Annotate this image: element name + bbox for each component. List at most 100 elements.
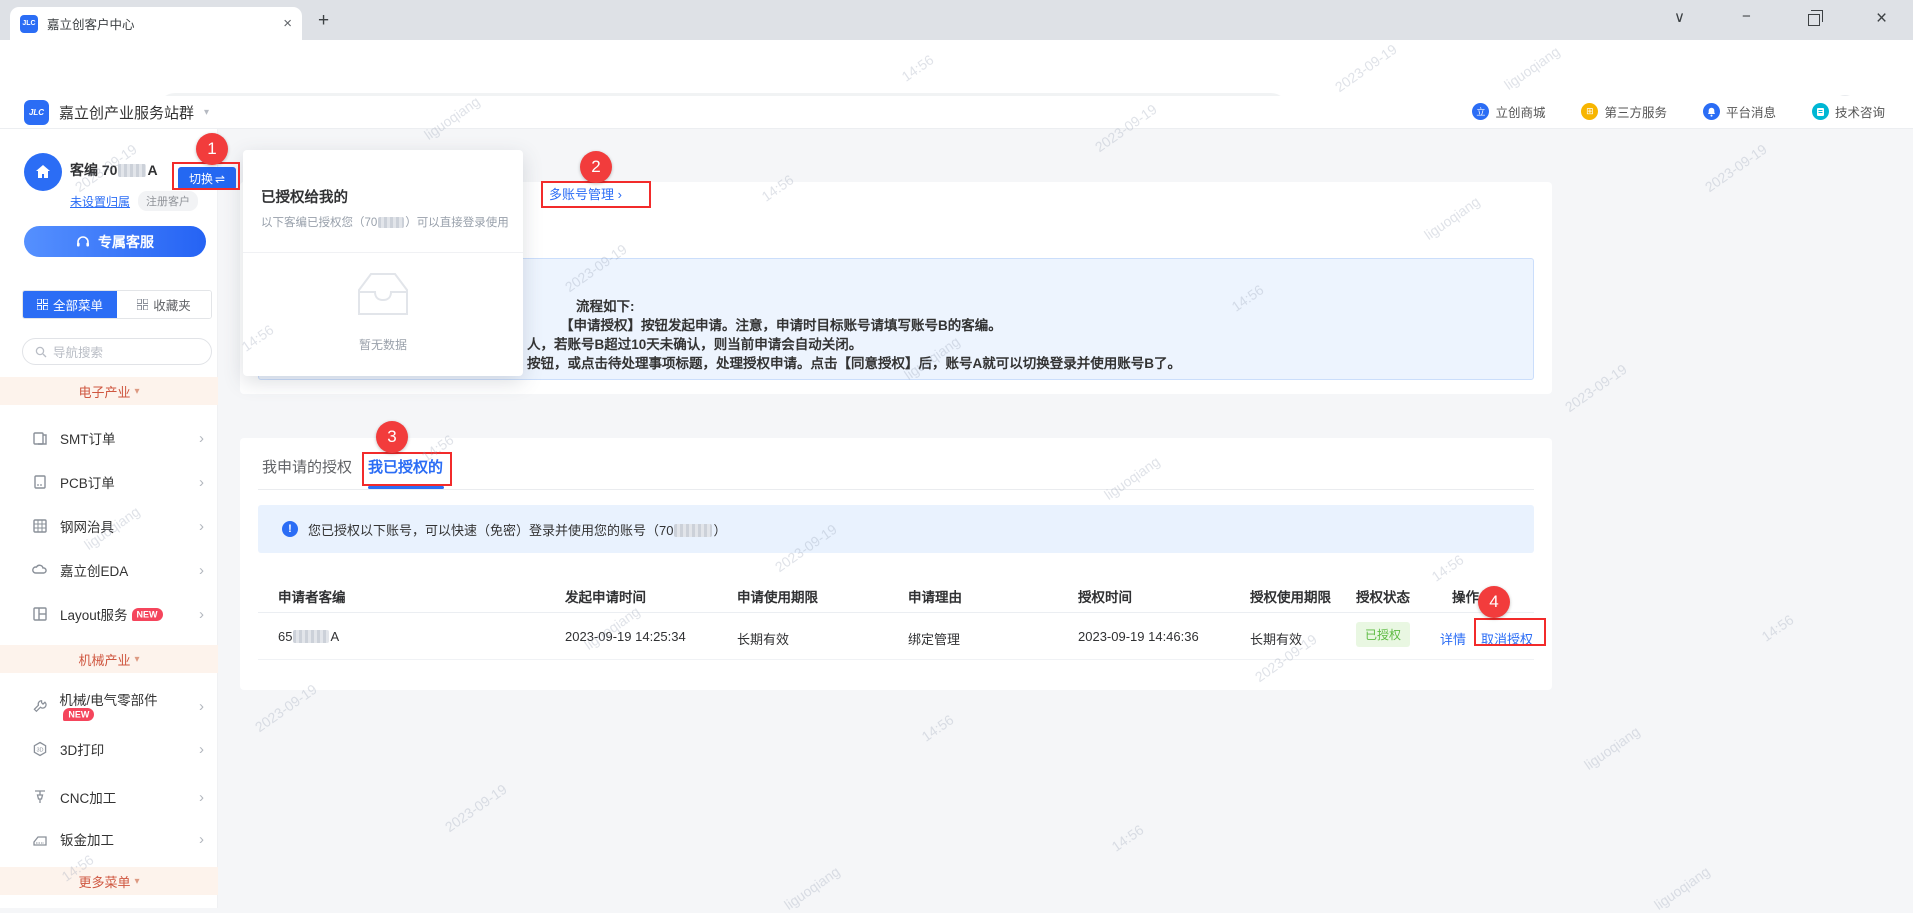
popup-divider: [243, 252, 523, 253]
grid-icon: [37, 299, 48, 310]
annotation-rect-tab: [362, 452, 452, 486]
applicant-blur: [293, 630, 329, 643]
annotation-step-1: 1: [196, 133, 228, 165]
smt-order-icon: [32, 430, 48, 446]
support-doc-icon: [1812, 103, 1829, 120]
browser-tab-strip: JLC 嘉立创客户中心 × + ∨ − ×: [0, 0, 1913, 40]
header-link-support[interactable]: 技术咨询: [1812, 102, 1885, 121]
brand-logo-icon: JLC: [24, 100, 49, 125]
cell-auth-time: 2023-09-19 14:46:36: [1078, 629, 1199, 644]
watermark-text: 2023-09-19: [442, 781, 510, 835]
svg-text:3D: 3D: [36, 748, 43, 754]
mall-icon: 立: [1472, 103, 1489, 120]
chevron-right-icon: ›: [199, 606, 204, 623]
sidebar-item-sheet-metal[interactable]: 钣金加工 ›: [0, 817, 218, 861]
new-badge: NEW: [63, 708, 94, 721]
menu-toggle: 全部菜单 收藏夹: [22, 290, 212, 319]
browser-tab[interactable]: JLC 嘉立创客户中心 ×: [10, 7, 302, 40]
window-restore-icon[interactable]: [1808, 14, 1820, 26]
chevron-right-icon: ›: [199, 474, 204, 491]
section-mechanical[interactable]: 机械产业▾: [0, 645, 218, 673]
brand[interactable]: JLC 嘉立创产业服务站群 ▾: [24, 100, 209, 125]
brand-name: 嘉立创产业服务站群: [59, 102, 194, 123]
sidebar-item-3d-print[interactable]: 3D 3D打印 ›: [0, 727, 218, 771]
table-row-divider: [258, 659, 1534, 660]
pcb-order-icon: [32, 474, 48, 490]
popup-subtitle: 以下客编已授权您（70）可以直接登录使用: [261, 214, 509, 230]
brand-caret-icon: ▾: [204, 107, 209, 118]
info-banner-text: 您已授权以下账号，可以快速（免密）登录并使用您的账号（70）: [308, 520, 726, 539]
user-avatar: [24, 153, 62, 191]
set-ownership-link[interactable]: 未设置归属: [70, 193, 130, 210]
grid-icon: [137, 299, 148, 310]
cell-applicant: 65A: [278, 629, 339, 644]
sidebar-item-mechanical-parts[interactable]: 机械/电气零部件NEW ›: [0, 684, 218, 728]
sidebar-item-layout[interactable]: Layout服务NEW ›: [0, 592, 218, 636]
watermark-text: 2023-09-19: [1702, 141, 1770, 195]
chevron-right-icon: ›: [199, 518, 204, 535]
sidebar-item-smt-orders[interactable]: SMT订单 ›: [0, 416, 218, 460]
sidebar-item-stencil[interactable]: 钢网治具 ›: [0, 504, 218, 548]
col-header-auth-period: 授权使用期限: [1250, 586, 1331, 606]
account-number: 客编 70A: [70, 160, 158, 180]
cell-apply-time: 2023-09-19 14:25:34: [565, 629, 686, 644]
annotation-step-2: 2: [580, 151, 612, 183]
caret-down-icon: ▾: [134, 654, 139, 665]
section-electronics[interactable]: 电子产业▾: [0, 377, 218, 405]
toggle-all-menu[interactable]: 全部菜单: [23, 291, 117, 318]
info-icon: !: [282, 521, 298, 537]
chevron-right-icon: ›: [199, 831, 204, 848]
annotation-rect-cancel: [1474, 618, 1546, 646]
watermark-text: 14:56: [1759, 611, 1797, 644]
sidebar-item-pcb-orders[interactable]: PCB订单 ›: [0, 460, 218, 504]
nav-search-input[interactable]: 导航搜索: [22, 338, 212, 365]
nav-search-placeholder: 导航搜索: [53, 342, 103, 361]
window-chevron-icon[interactable]: ∨: [1674, 8, 1685, 26]
section-more-menu[interactable]: 更多菜单▾: [0, 867, 218, 895]
sidebar-item-eda[interactable]: 嘉立创EDA ›: [0, 548, 218, 592]
wrench-icon: [32, 698, 47, 714]
watermark-text: liguoqiang: [1651, 863, 1712, 913]
detail-link[interactable]: 详情: [1440, 629, 1466, 648]
eda-cloud-icon: [32, 562, 48, 578]
layout-icon: [32, 606, 48, 622]
watermark-text: 2023-09-19: [1562, 361, 1630, 415]
annotation-step-4: 4: [1478, 586, 1510, 618]
window-minimize-icon[interactable]: −: [1742, 8, 1751, 25]
search-icon: [35, 346, 47, 358]
cell-auth-period: 长期有效: [1250, 629, 1302, 648]
watermark-text: 14:56: [1109, 821, 1147, 854]
dedicated-service-button[interactable]: 专属客服: [24, 226, 206, 257]
header-link-thirdparty[interactable]: ⊞ 第三方服务: [1581, 102, 1667, 121]
header-link-messages[interactable]: 平台消息: [1703, 102, 1776, 121]
chevron-right-icon: ›: [199, 789, 204, 806]
header-link-mall[interactable]: 立 立创商城: [1472, 102, 1545, 121]
watermark-text: 14:56: [919, 711, 957, 744]
col-header-status: 授权状态: [1356, 586, 1410, 606]
account-sub-row: 未设置归属 注册客户: [70, 191, 198, 211]
tab-my-requests[interactable]: 我申请的授权: [262, 456, 352, 477]
toggle-favorites[interactable]: 收藏夹: [117, 291, 211, 318]
window-close-icon[interactable]: ×: [1876, 8, 1887, 30]
sidebar: 客编 70A 切换⇌ 未设置归属 注册客户 专属客服 全部菜单 收藏夹 导航搜索…: [0, 129, 218, 908]
headset-icon: [76, 235, 90, 249]
account-type-badge: 注册客户: [138, 191, 198, 211]
home-icon: [34, 163, 52, 181]
stencil-grid-icon: [32, 518, 48, 534]
popup-title: 已授权给我的: [261, 186, 348, 207]
sidebar-item-cnc[interactable]: CNC加工 ›: [0, 775, 218, 819]
col-header-reason: 申请理由: [908, 586, 962, 606]
col-header-actions: 操作: [1452, 586, 1479, 606]
empty-inbox-icon: [349, 268, 417, 329]
thirdparty-icon: ⊞: [1581, 103, 1598, 120]
active-tab-underline: [368, 486, 444, 489]
empty-data-text: 暂无数据: [243, 336, 523, 353]
annotation-rect-manage: [541, 181, 651, 208]
chevron-right-icon: ›: [199, 430, 204, 447]
tabs-divider: [258, 489, 1534, 490]
tab-close-icon[interactable]: ×: [283, 15, 292, 32]
new-tab-button[interactable]: +: [318, 10, 329, 32]
status-badge: 已授权: [1356, 622, 1410, 647]
process-line-4: 按钮，或点击待处理事项标题，处理授权申请。点击【同意授权】后，账号A就可以切换登…: [527, 352, 1181, 372]
new-badge: NEW: [132, 608, 163, 621]
